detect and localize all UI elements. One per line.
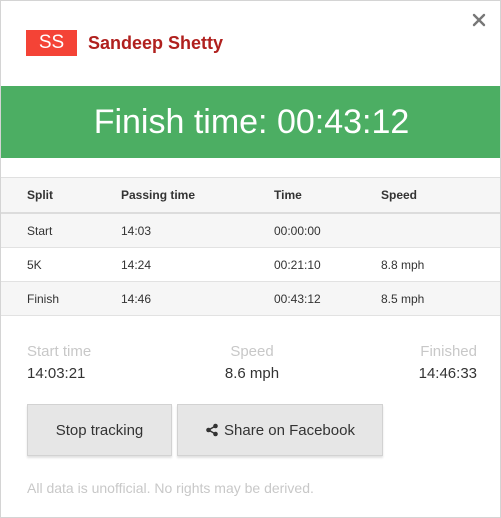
cell-time: 00:00:00 <box>274 213 381 248</box>
cell-speed: 8.5 mph <box>381 281 500 316</box>
cell-speed <box>381 213 500 248</box>
header-speed: Speed <box>381 177 500 214</box>
disclaimer-text: All data is unofficial. No rights may be… <box>27 480 314 496</box>
cell-passing-time: 14:24 <box>121 247 274 282</box>
cell-split: 5K <box>1 247 121 282</box>
finished-stat: Finished 14:46:33 <box>419 343 477 383</box>
share-facebook-label: Share on Facebook <box>224 421 355 439</box>
splits-table: Split Passing time Time Speed Start 14:0… <box>1 177 500 316</box>
speed-value: 8.6 mph <box>224 365 280 382</box>
table-row: Start 14:03 00:00:00 <box>1 213 500 248</box>
stop-tracking-label: Stop tracking <box>55 421 144 439</box>
finish-time-banner: Finish time: 00:43:12 <box>1 86 500 158</box>
finished-value: 14:46:33 <box>418 365 477 382</box>
runner-name: Sandeep Shetty <box>88 32 224 53</box>
table-row: 5K 14:24 00:21:10 8.8 mph <box>1 247 500 282</box>
finished-label: Finished <box>420 343 477 360</box>
runner-header: SS Sandeep Shetty <box>26 30 223 56</box>
cell-speed: 8.8 mph <box>381 247 500 282</box>
cell-time: 00:21:10 <box>274 247 381 282</box>
stop-tracking-button[interactable]: Stop tracking <box>27 404 172 456</box>
share-icon <box>205 423 219 437</box>
runner-dialog: SS Sandeep Shetty Finish time: 00:43:12 … <box>0 0 501 518</box>
start-time-value: 14:03:21 <box>27 365 86 382</box>
cell-split: Start <box>1 213 121 248</box>
table-row: Finish 14:46 00:43:12 8.5 mph <box>1 281 500 316</box>
speed-stat: Speed 8.6 mph <box>177 343 327 383</box>
header-time: Time <box>274 177 381 214</box>
close-icon[interactable] <box>472 13 486 27</box>
table-header-row: Split Passing time Time Speed <box>1 177 500 214</box>
runner-initials-badge: SS <box>26 30 77 56</box>
start-time-label: Start time <box>27 343 92 360</box>
cell-split: Finish <box>1 281 121 316</box>
cell-passing-time: 14:46 <box>121 281 274 316</box>
header-split: Split <box>1 177 121 214</box>
header-passing-time: Passing time <box>121 177 274 214</box>
share-facebook-button[interactable]: Share on Facebook <box>177 404 383 456</box>
summary-stats: Start time 14:03:21 Speed 8.6 mph Finish… <box>27 343 477 385</box>
cell-passing-time: 14:03 <box>121 213 274 248</box>
start-time-stat: Start time 14:03:21 <box>27 343 91 383</box>
cell-time: 00:43:12 <box>274 281 381 316</box>
speed-label: Speed <box>230 343 274 360</box>
